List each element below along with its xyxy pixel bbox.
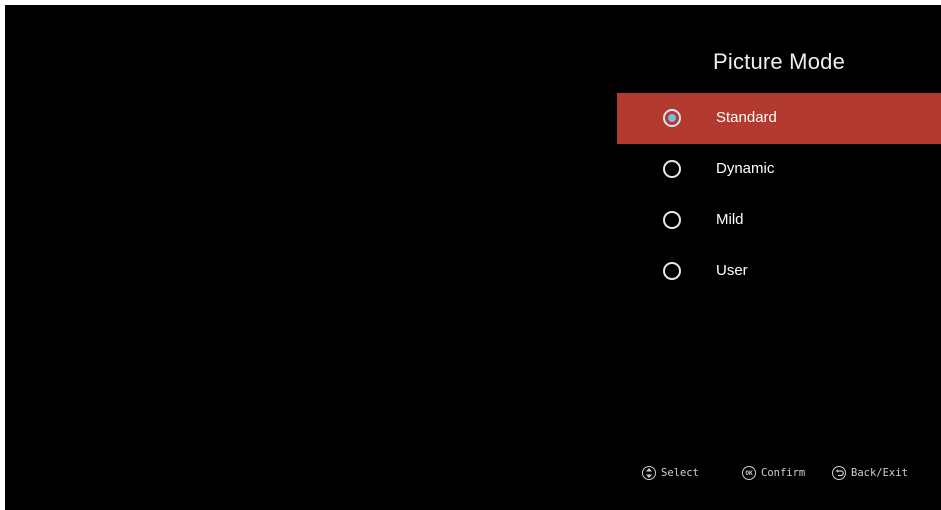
select-hint-label: Select <box>661 467 699 479</box>
hint-back: Back/Exit <box>832 466 908 480</box>
option-label: Mild <box>716 211 744 228</box>
panel-title: Picture Mode <box>712 49 845 74</box>
hint-select: Select <box>642 466 699 480</box>
radio-icon[interactable] <box>663 262 681 280</box>
option-user[interactable]: User <box>617 246 941 297</box>
picture-mode-panel: Picture Mode Standard Dynamic Mild User <box>617 5 941 510</box>
radio-selected-icon[interactable] <box>663 109 681 127</box>
option-dynamic[interactable]: Dynamic <box>617 144 941 195</box>
back-hint-label: Back/Exit <box>851 467 908 479</box>
radio-icon[interactable] <box>663 160 681 178</box>
updown-icon <box>642 466 656 480</box>
tv-screen: Picture Mode Standard Dynamic Mild User <box>5 5 941 510</box>
option-label: Standard <box>716 109 777 126</box>
option-label: User <box>716 262 748 279</box>
picture-mode-options: Standard Dynamic Mild User <box>617 93 941 297</box>
key-hints: Select OK Confirm Back/Exit <box>617 463 941 485</box>
option-standard[interactable]: Standard <box>617 93 941 144</box>
hint-confirm: OK Confirm <box>742 466 805 480</box>
option-mild[interactable]: Mild <box>617 195 941 246</box>
back-icon <box>832 466 846 480</box>
ok-icon: OK <box>742 466 756 480</box>
confirm-hint-label: Confirm <box>761 467 806 479</box>
option-label: Dynamic <box>716 160 775 177</box>
radio-icon[interactable] <box>663 211 681 229</box>
